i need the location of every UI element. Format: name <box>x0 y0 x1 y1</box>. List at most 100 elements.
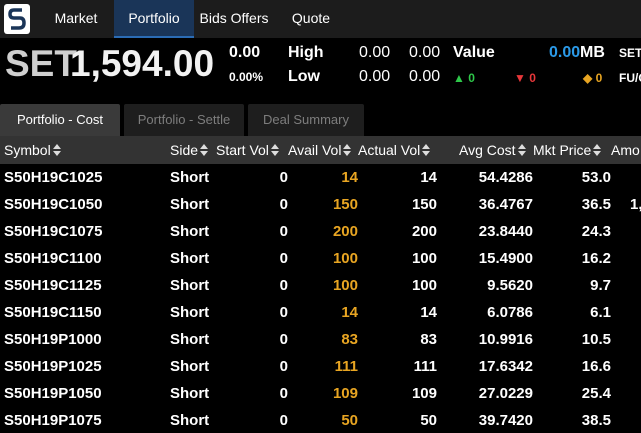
sort-icon[interactable] <box>200 144 209 156</box>
index-name: SET <box>5 43 77 84</box>
cell-avg-cost: 17.6342 <box>478 358 533 375</box>
tab-portfolio-cost[interactable]: Portfolio - Cost <box>0 104 120 136</box>
sort-icon[interactable] <box>52 144 61 156</box>
table-row[interactable]: S50H19P1000 Short 0 83 83 10.9916 10.5 <box>0 326 641 353</box>
low-label: Low <box>288 68 320 85</box>
cell-mkt-price: 25.4 <box>581 385 611 402</box>
cell-avg-cost: 36.4767 <box>478 196 533 213</box>
cell-side: Short <box>170 250 210 267</box>
cell-mkt-price: 6.1 <box>590 304 611 321</box>
value-unit: MB <box>580 44 605 61</box>
cell-symbol: S50H19C1100 <box>4 250 102 267</box>
sort-icon[interactable] <box>343 144 352 156</box>
nav-quote[interactable]: Quote <box>280 0 342 38</box>
sort-icon[interactable] <box>593 144 602 156</box>
cell-side: Short <box>170 196 210 213</box>
table-row[interactable]: S50H19C1050 Short 0 150 150 36.4767 36.5 1, <box>0 191 641 218</box>
cell-side: Short <box>170 331 210 348</box>
sort-icon[interactable] <box>422 144 431 156</box>
nav-bids-offers[interactable]: Bids Offers <box>194 0 274 38</box>
cell-avail-vol: 14 <box>341 304 358 321</box>
cell-side: Short <box>170 223 210 240</box>
table-row[interactable]: S50H19C1075 Short 0 200 200 23.8440 24.3 <box>0 218 641 245</box>
nav-market[interactable]: Market <box>40 0 112 38</box>
high-value-a: 0.00 <box>359 44 391 61</box>
cell-actual-vol: 14 <box>420 304 437 321</box>
cell-mkt-price: 10.5 <box>581 331 611 348</box>
table-row[interactable]: S50H19C1125 Short 0 100 100 9.5620 9.7 <box>0 272 641 299</box>
cell-actual-vol: 111 <box>413 358 437 375</box>
col-start-vol[interactable]: Start Vol <box>216 136 279 164</box>
cell-actual-vol: 100 <box>411 277 437 294</box>
tab-deal-summary[interactable]: Deal Summary <box>248 104 364 136</box>
cell-symbol: S50H19C1150 <box>4 304 102 321</box>
cell-symbol: S50H19P1025 <box>4 358 102 375</box>
cell-amount: 1, <box>630 196 641 213</box>
up-arrow-icon: ▲ <box>453 71 465 85</box>
tab-portfolio-settle[interactable]: Portfolio - Settle <box>124 104 244 136</box>
unchanged-count-value: 0 <box>595 71 603 85</box>
table-row[interactable]: S50H19C1100 Short 0 100 100 15.4900 16.2 <box>0 245 641 272</box>
cell-avail-vol: 150 <box>332 196 358 213</box>
cell-side: Short <box>170 385 210 402</box>
top-navigation: Market Portfolio Bids Offers Quote <box>0 0 641 38</box>
cell-avg-cost: 23.8440 <box>478 223 533 240</box>
table-row[interactable]: S50H19P1075 Short 0 50 50 39.7420 38.5 <box>0 407 641 433</box>
cell-avg-cost: 10.9916 <box>478 331 533 348</box>
sort-icon[interactable] <box>270 144 279 156</box>
value-label: Value <box>453 44 495 61</box>
cell-avg-cost: 15.4900 <box>478 250 533 267</box>
cell-symbol: S50H19C1050 <box>4 196 103 213</box>
s-logo-icon[interactable] <box>4 4 30 34</box>
cell-actual-vol: 100 <box>411 250 437 267</box>
down-arrow-icon: ▼ <box>514 71 526 85</box>
up-count: 0 <box>468 71 475 85</box>
cell-actual-vol: 50 <box>420 412 437 429</box>
cell-symbol: S50H19P1050 <box>4 385 102 402</box>
low-value-b: 0.00 <box>409 68 441 85</box>
high-value-b: 0.00 <box>409 44 441 61</box>
col-avg-cost[interactable]: Avg Cost <box>459 136 526 164</box>
col-amount[interactable]: Amo <box>611 136 640 164</box>
cell-avg-cost: 27.0229 <box>478 385 533 402</box>
cell-side: Short <box>170 304 210 321</box>
cell-side: Short <box>170 169 210 186</box>
table-row[interactable]: S50H19C1025 Short 0 14 14 54.4286 53.0 <box>0 164 641 191</box>
cell-start-vol: 0 <box>279 358 288 375</box>
cell-avg-cost: 39.7420 <box>478 412 533 429</box>
cell-side: Short <box>170 412 210 429</box>
cell-avail-vol: 14 <box>341 169 358 186</box>
cell-avail-vol: 109 <box>332 385 358 402</box>
high-label: High <box>288 44 324 61</box>
col-avail-vol[interactable]: Avail Vol <box>288 136 352 164</box>
col-mkt-price[interactable]: Mkt Price <box>533 136 602 164</box>
low-value-a: 0.00 <box>359 68 391 85</box>
cell-actual-vol: 109 <box>411 385 437 402</box>
col-actual-vol[interactable]: Actual Vol <box>358 136 431 164</box>
advance-count: ▲ 0 <box>453 71 475 85</box>
col-symbol[interactable]: Symbol <box>4 136 61 164</box>
cell-actual-vol: 200 <box>411 223 437 240</box>
cell-mkt-price: 53.0 <box>581 169 611 186</box>
table-row[interactable]: S50H19C1150 Short 0 14 14 6.0786 6.1 <box>0 299 641 326</box>
cell-avg-cost: 54.4286 <box>478 169 533 186</box>
sort-icon[interactable] <box>517 144 526 156</box>
cell-start-vol: 0 <box>279 277 288 294</box>
cell-symbol: S50H19C1025 <box>4 169 103 186</box>
unchanged-count: ◆ 0 <box>583 71 602 85</box>
cell-start-vol: 0 <box>279 169 288 186</box>
index-value: 1,594.00 <box>70 43 215 84</box>
col-side[interactable]: Side <box>170 136 209 164</box>
cell-avail-vol: 111 <box>334 358 358 375</box>
index-change-pct: 0.00% <box>229 70 264 84</box>
cell-mkt-price: 9.7 <box>590 277 611 294</box>
table-row[interactable]: S50H19P1025 Short 0 111 111 17.6342 16.6 <box>0 353 641 380</box>
nav-portfolio[interactable]: Portfolio <box>114 0 194 38</box>
cell-actual-vol: 150 <box>411 196 437 213</box>
value-amount: 0.00 <box>549 44 581 61</box>
cell-mkt-price: 36.5 <box>581 196 611 213</box>
table-header: Symbol Side Start Vol Avail Vol Actual V… <box>0 136 641 164</box>
cell-avg-cost: 9.5620 <box>487 277 533 294</box>
table-row[interactable]: S50H19P1050 Short 0 109 109 27.0229 25.4 <box>0 380 641 407</box>
cell-actual-vol: 14 <box>420 169 437 186</box>
